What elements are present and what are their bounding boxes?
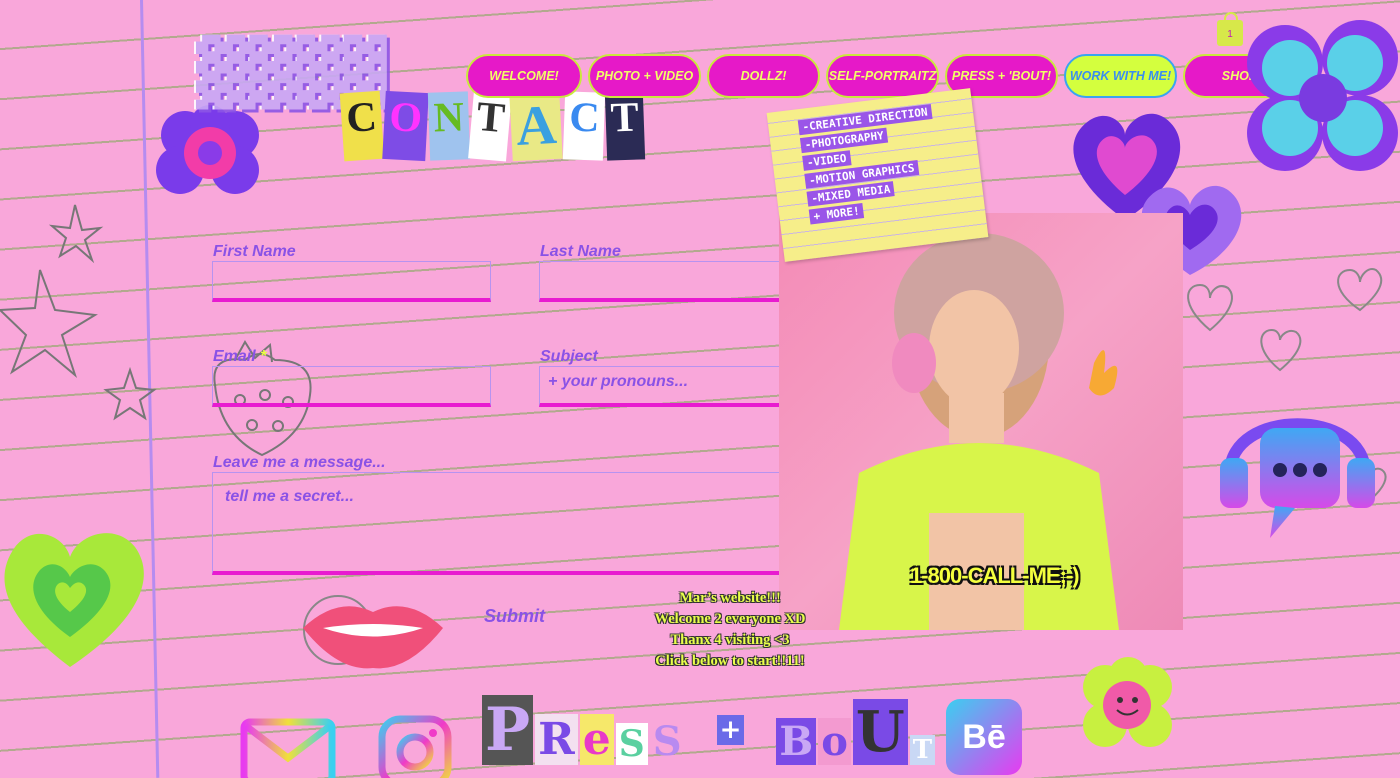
welcome-line: Welcome 2 everyone XD (654, 611, 806, 627)
title-letter-t: T (468, 90, 513, 162)
phone-number-text: 1-800-CALL-ME;-) (910, 563, 1080, 588)
title-letter-a: A (509, 90, 564, 162)
flower-sticker (156, 105, 259, 194)
subject-label: Subject (540, 348, 598, 365)
press-letter: S (652, 718, 682, 765)
press-letter: o (818, 718, 851, 765)
first-name-input[interactable] (212, 261, 491, 302)
submit-button[interactable]: Submit (484, 606, 545, 627)
email-required-marker: * (260, 348, 267, 365)
headset-chat-icon (1220, 418, 1375, 538)
last-name-label: Last Name (540, 243, 621, 260)
welcome-message: Mar’s website!!! Welcome 2 everyone XD T… (620, 588, 840, 672)
title-letter-n: N (427, 91, 471, 161)
title-letter-c: C (339, 90, 385, 162)
cart-count: 1 (1227, 29, 1233, 40)
instagram-icon[interactable] (378, 715, 452, 778)
nav-work-with-me[interactable]: WORK WITH ME! (1064, 54, 1177, 98)
green-heart-sticker (4, 533, 144, 667)
subject-input[interactable]: + your pronouns... (539, 366, 818, 407)
press-letter: U (852, 699, 908, 765)
message-label: Leave me a message... (213, 454, 386, 471)
last-name-input[interactable] (539, 261, 818, 302)
title-letter-c2: C (562, 91, 606, 161)
message-textarea[interactable]: tell me a secret... (212, 472, 818, 575)
nav-self-portraitz[interactable]: SELF-PORTRAITZ (826, 54, 939, 98)
star-doodles (0, 204, 157, 421)
message-placeholder: tell me a secret... (225, 488, 354, 505)
main-nav: WELCOME! PHOTO + VIDEO DOLLZ! SELF-PORTR… (466, 54, 1296, 98)
first-name-label: First Name (213, 243, 296, 260)
contact-title: C O N T A C T (339, 90, 646, 162)
welcome-line: Mar’s website!!! (679, 590, 781, 606)
press-letter: T (909, 735, 936, 765)
press-bout-link[interactable]: P R e S S + B o U T (482, 695, 936, 765)
press-letter: e (579, 714, 614, 765)
service-item: -VIDEO (802, 150, 852, 171)
service-item: + MORE! (808, 203, 865, 225)
email-label-text: Email (213, 348, 256, 365)
behance-label: Bē (962, 717, 1006, 756)
press-letter: B (776, 718, 817, 765)
title-letter-o: O (382, 90, 429, 162)
smiley-flower-sticker (1083, 657, 1172, 747)
subject-placeholder: + your pronouns... (548, 373, 689, 390)
lips-sticker (303, 595, 443, 669)
services-note: -CREATIVE DIRECTION -PHOTOGRAPHY -VIDEO … (766, 88, 989, 262)
press-letter: P (482, 695, 534, 765)
welcome-line: Thanx 4 visiting <3 (670, 632, 790, 648)
email-icon[interactable] (240, 716, 336, 778)
nav-dollz[interactable]: DOLLZ! (707, 54, 820, 98)
press-letter: S (615, 723, 648, 765)
title-letter-t2: T (604, 91, 646, 161)
nav-welcome[interactable]: WELCOME! (466, 54, 582, 98)
nav-photo-video[interactable]: PHOTO + VIDEO (588, 54, 701, 98)
press-letter: R (535, 714, 578, 765)
cart-icon[interactable]: 1 (1217, 12, 1243, 46)
press-letter: + (716, 715, 745, 745)
behance-icon[interactable]: Bē (946, 699, 1022, 775)
welcome-line: Click below to start!!11! (655, 653, 805, 669)
email-label: Email * (213, 348, 266, 366)
email-input[interactable] (212, 366, 491, 407)
blue-flower-sticker (1247, 20, 1398, 171)
